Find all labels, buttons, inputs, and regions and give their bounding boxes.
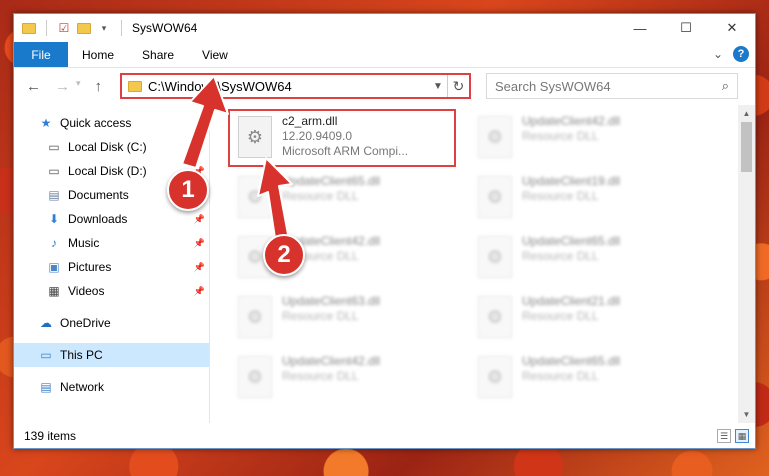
step-2-badge: 2 <box>263 234 305 276</box>
annotation-arrow-2 <box>257 157 293 241</box>
annotation-arrow-1 <box>181 75 229 169</box>
step-1-badge: 1 <box>167 169 209 211</box>
annotation-arrows <box>181 75 293 241</box>
